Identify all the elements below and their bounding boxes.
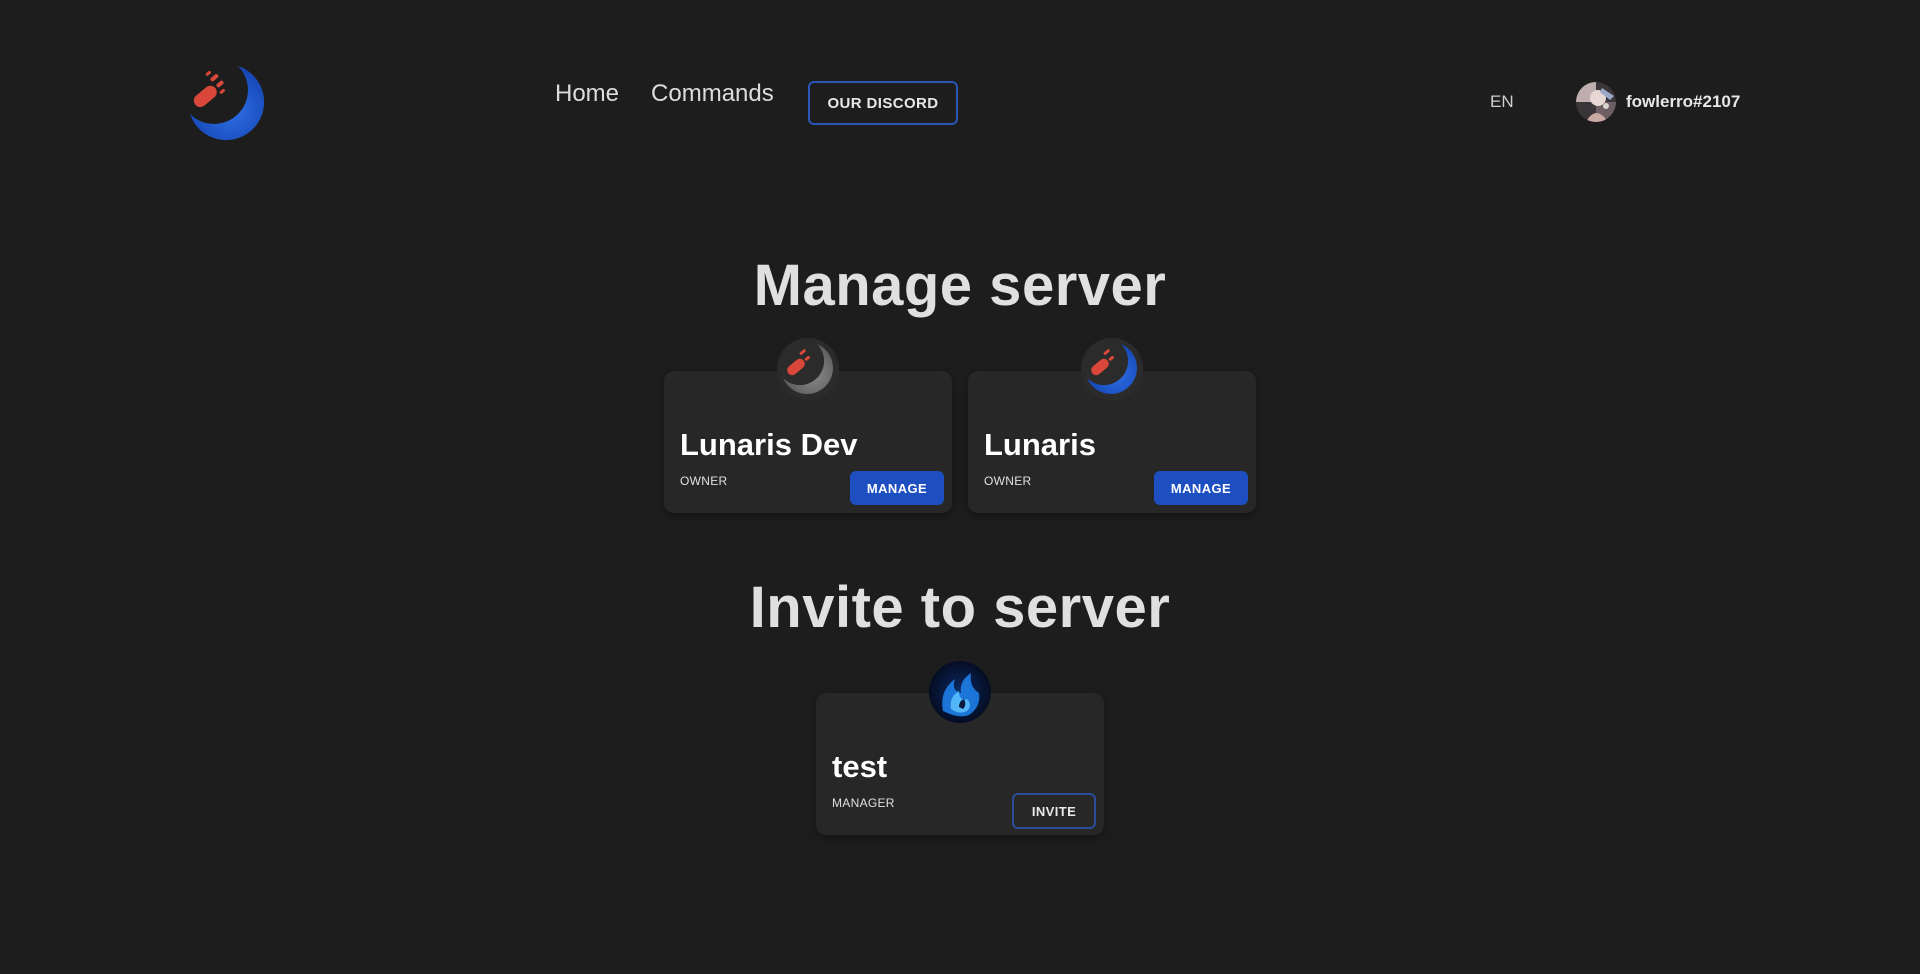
blue-flame-icon: [929, 661, 991, 723]
server-name: Lunaris Dev: [680, 427, 858, 462]
user-avatar-icon: [1576, 82, 1616, 122]
user-menu[interactable]: fowlerro#2107: [1576, 82, 1740, 122]
main-nav: Home Commands: [555, 80, 806, 108]
lunaris-logo-icon: [1081, 338, 1143, 400]
our-discord-button[interactable]: OUR DISCORD: [808, 81, 958, 125]
server-name: test: [832, 749, 888, 784]
server-role: OWNER: [680, 474, 728, 488]
lunaris-dev-logo-icon: [777, 338, 839, 400]
server-role: MANAGER: [832, 796, 895, 810]
manage-server-heading: Manage server: [753, 253, 1167, 318]
nav-commands-link[interactable]: Commands: [651, 80, 774, 108]
nav-home-link[interactable]: Home: [555, 80, 619, 108]
server-card: test MANAGER INVITE: [816, 661, 1104, 835]
server-role: OWNER: [984, 474, 1032, 488]
site-header: Home Commands OUR DISCORD EN fowlerro#21…: [0, 0, 1920, 205]
manage-button[interactable]: MANAGE: [850, 471, 944, 505]
invite-button[interactable]: INVITE: [1012, 793, 1096, 829]
language-selector[interactable]: EN: [1490, 92, 1514, 112]
server-card: Lunaris OWNER MANAGE: [968, 338, 1256, 513]
username-label: fowlerro#2107: [1626, 92, 1741, 111]
manage-button[interactable]: MANAGE: [1154, 471, 1248, 505]
invite-server-heading: Invite to server: [749, 575, 1171, 640]
server-name: Lunaris: [984, 427, 1096, 462]
server-card: Lunaris Dev OWNER MANAGE: [664, 338, 952, 513]
lunaris-logo-icon[interactable]: [186, 62, 270, 146]
